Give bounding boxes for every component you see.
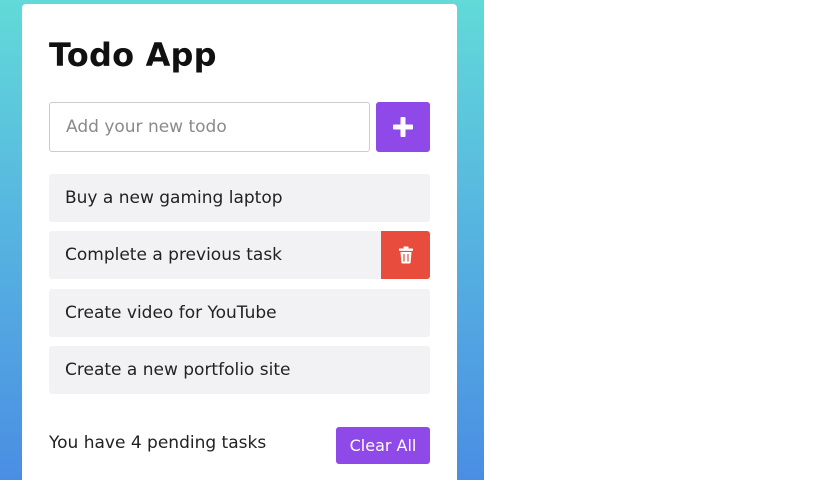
todo-text: Buy a new gaming laptop <box>65 188 283 208</box>
pending-count: You have 4 pending tasks <box>49 433 267 453</box>
new-todo-input[interactable] <box>49 102 370 152</box>
todo-item[interactable]: Create a new portfolio site <box>49 346 430 394</box>
delete-todo-button[interactable] <box>381 231 430 279</box>
plus-icon <box>393 117 413 137</box>
todo-text: Complete a previous task <box>65 245 283 265</box>
todo-item[interactable]: Buy a new gaming laptop <box>49 174 430 222</box>
todo-item[interactable]: Create video for YouTube <box>49 289 430 337</box>
todo-card: Todo App Buy a new gaming laptop Complet… <box>22 4 457 504</box>
todo-text: Create a new portfolio site <box>65 360 291 380</box>
todo-text: Create video for YouTube <box>65 303 277 323</box>
trash-icon <box>398 246 413 264</box>
clear-all-button[interactable]: Clear All <box>336 427 430 464</box>
app-title: Todo App <box>49 36 217 74</box>
todo-item[interactable]: Complete a previous task <box>49 231 430 279</box>
add-todo-button[interactable] <box>376 102 430 152</box>
